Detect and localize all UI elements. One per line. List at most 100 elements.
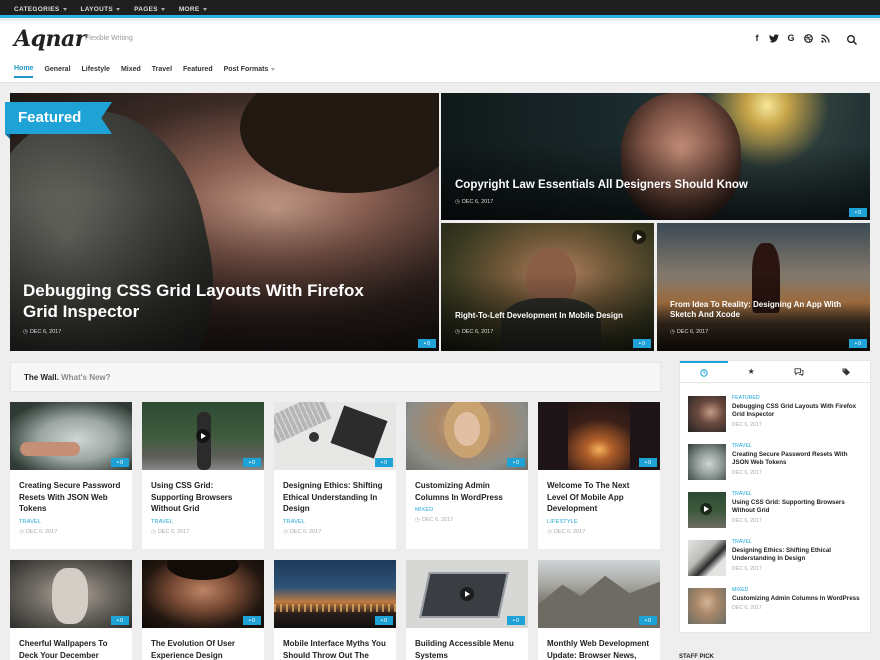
post-thumbnail[interactable]: ▪ 0 (538, 560, 660, 628)
sidebar-post-thumbnail[interactable] (688, 444, 726, 480)
sidebar-post-title[interactable]: Designing Ethics: Shifting Ethical Under… (732, 547, 862, 564)
top-menu-layouts[interactable]: LAYOUTS (81, 6, 121, 13)
comment-count-badge[interactable]: ▪ 0 (849, 339, 867, 348)
post-card[interactable]: ▪ 0 The Evolution Of User Experience Desi… (142, 560, 264, 660)
post-card[interactable]: ▪ 0 Welcome To The Next Level Of Mobile A… (538, 402, 660, 549)
nav-item-mixed[interactable]: Mixed (121, 65, 141, 78)
comment-count-badge[interactable]: ▪ 0 (375, 458, 393, 467)
sidebar-post-category[interactable]: TRAVEL (732, 539, 862, 545)
post-card[interactable]: ▪ 0 Designing Ethics: Shifting Ethical Un… (274, 402, 396, 549)
google-icon[interactable]: G (786, 33, 796, 43)
hero-main-title[interactable]: Debugging CSS Grid Layouts With Firefox … (23, 281, 383, 322)
post-thumbnail[interactable]: ▪ 0 (142, 402, 264, 470)
hero-bottom-left-post[interactable]: Right-To-Left Development In Mobile Desi… (441, 223, 654, 351)
hero-top-right-title[interactable]: Copyright Law Essentials All Designers S… (455, 178, 748, 192)
play-icon[interactable] (196, 429, 210, 443)
comment-count-badge[interactable]: ▪ 0 (507, 458, 525, 467)
post-thumbnail[interactable]: ▪ 0 (10, 560, 132, 628)
comment-count-badge[interactable]: ▪ 0 (639, 458, 657, 467)
comment-count-badge[interactable]: ▪ 0 (639, 616, 657, 625)
comment-count-badge[interactable]: ▪ 0 (243, 458, 261, 467)
post-thumbnail[interactable]: ▪ 0 (538, 402, 660, 470)
post-card[interactable]: ▪ 0 Building Accessible Menu Systems (406, 560, 528, 660)
post-thumbnail[interactable]: ▪ 0 (10, 402, 132, 470)
post-category[interactable]: TRAVEL (142, 515, 264, 525)
tab-recent[interactable] (680, 361, 728, 382)
sidebar-post-category[interactable]: MIXED (732, 587, 860, 593)
post-card[interactable]: ▪ 0 Using CSS Grid: Supporting Browsers W… (142, 402, 264, 549)
sidebar-post[interactable]: TRAVEL Using CSS Grid: Supporting Browse… (680, 479, 870, 528)
comment-count-badge[interactable]: ▪ 0 (111, 458, 129, 467)
post-title[interactable]: Cheerful Wallpapers To Deck Your Decembe… (10, 628, 132, 660)
comment-count-badge[interactable]: ▪ 0 (633, 339, 651, 348)
post-category[interactable]: TRAVEL (10, 515, 132, 525)
post-thumbnail[interactable]: ▪ 0 (274, 560, 396, 628)
rss-icon[interactable] (820, 33, 830, 43)
post-title[interactable]: Customizing Admin Columns In WordPress (406, 470, 528, 503)
post-thumbnail[interactable]: ▪ 0 (142, 560, 264, 628)
post-title[interactable]: The Evolution Of User Experience Design (142, 628, 264, 660)
nav-item-lifestyle[interactable]: Lifestyle (82, 65, 110, 78)
post-category[interactable]: MIXED (406, 503, 528, 513)
sidebar-post-thumbnail[interactable] (688, 540, 726, 576)
nav-item-post-formats[interactable]: Post Formats (224, 65, 276, 78)
post-thumbnail[interactable]: ▪ 0 (274, 402, 396, 470)
sidebar-post-thumbnail[interactable] (688, 492, 726, 528)
post-title[interactable]: Building Accessible Menu Systems (406, 628, 528, 660)
post-card[interactable]: ▪ 0 Creating Secure Password Resets With … (10, 402, 132, 549)
sidebar-post-title[interactable]: Creating Secure Password Resets With JSO… (732, 451, 862, 468)
post-title[interactable]: Using CSS Grid: Supporting Browsers With… (142, 470, 264, 515)
post-card[interactable]: ▪ 0 Mobile Interface Myths You Should Thr… (274, 560, 396, 660)
post-card[interactable]: ▪ 0 Customizing Admin Columns In WordPres… (406, 402, 528, 549)
sidebar-post-title[interactable]: Using CSS Grid: Supporting Browsers With… (732, 499, 862, 516)
nav-item-general[interactable]: General (44, 65, 70, 78)
hero-top-right-post[interactable]: Copyright Law Essentials All Designers S… (441, 93, 870, 220)
hero-bottom-right-post[interactable]: From Idea To Reality: Designing An App W… (657, 223, 870, 351)
comment-count-badge[interactable]: ▪ 0 (418, 339, 436, 348)
top-menu-pages[interactable]: PAGES (134, 6, 165, 13)
sidebar-post[interactable]: TRAVEL Designing Ethics: Shifting Ethica… (680, 527, 870, 576)
play-icon[interactable] (460, 587, 474, 601)
site-logo[interactable]: Aqnar (14, 26, 86, 52)
post-thumbnail[interactable]: ▪ 0 (406, 560, 528, 628)
sidebar-post-category[interactable]: FEATURED (732, 395, 862, 401)
nav-item-travel[interactable]: Travel (152, 65, 172, 78)
comment-count-badge[interactable]: ▪ 0 (849, 208, 867, 217)
comment-count-badge[interactable]: ▪ 0 (375, 616, 393, 625)
post-card[interactable]: ▪ 0 Monthly Web Development Update: Brows… (538, 560, 660, 660)
search-icon[interactable] (846, 33, 858, 46)
sidebar-post-thumbnail[interactable] (688, 588, 726, 624)
play-icon[interactable] (700, 503, 712, 515)
tab-comments[interactable] (775, 361, 823, 382)
post-title[interactable]: Designing Ethics: Shifting Ethical Under… (274, 470, 396, 515)
sidebar-post-category[interactable]: TRAVEL (732, 491, 862, 497)
post-title[interactable]: Monthly Web Development Update: Browser … (538, 628, 660, 660)
sidebar-post[interactable]: TRAVEL Creating Secure Password Resets W… (680, 431, 870, 480)
top-menu-more[interactable]: MORE (179, 6, 207, 13)
hero-bottom-left-title[interactable]: Right-To-Left Development In Mobile Desi… (455, 311, 651, 321)
sidebar-post[interactable]: FEATURED Debugging CSS Grid Layouts With… (680, 383, 870, 432)
post-title[interactable]: Creating Secure Password Resets With JSO… (10, 470, 132, 515)
tab-tags[interactable] (823, 361, 871, 382)
sidebar-post-title[interactable]: Customizing Admin Columns In WordPress (732, 595, 860, 603)
post-thumbnail[interactable]: ▪ 0 (406, 402, 528, 470)
post-category[interactable]: LIFESTYLE (538, 515, 660, 525)
top-menu-categories[interactable]: CATEGORIES (14, 6, 67, 13)
tab-popular[interactable]: ★ (728, 361, 776, 382)
sidebar-post-thumbnail[interactable] (688, 396, 726, 432)
post-title[interactable]: Mobile Interface Myths You Should Throw … (274, 628, 396, 660)
facebook-icon[interactable]: f (752, 33, 762, 43)
sidebar-post-category[interactable]: TRAVEL (732, 443, 862, 449)
comment-count-badge[interactable]: ▪ 0 (507, 616, 525, 625)
nav-item-featured[interactable]: Featured (183, 65, 213, 78)
nav-item-home[interactable]: Home (14, 65, 34, 78)
comment-count-badge[interactable]: ▪ 0 (111, 616, 129, 625)
post-category[interactable]: TRAVEL (274, 515, 396, 525)
dribbble-icon[interactable] (803, 33, 813, 43)
sidebar-post-title[interactable]: Debugging CSS Grid Layouts With Firefox … (732, 403, 862, 420)
sidebar-post[interactable]: MIXED Customizing Admin Columns In WordP… (680, 575, 870, 624)
post-title[interactable]: Welcome To The Next Level Of Mobile App … (538, 470, 660, 515)
hero-bottom-right-title[interactable]: From Idea To Reality: Designing An App W… (670, 300, 866, 320)
comment-count-badge[interactable]: ▪ 0 (243, 616, 261, 625)
post-card[interactable]: ▪ 0 Cheerful Wallpapers To Deck Your Dece… (10, 560, 132, 660)
